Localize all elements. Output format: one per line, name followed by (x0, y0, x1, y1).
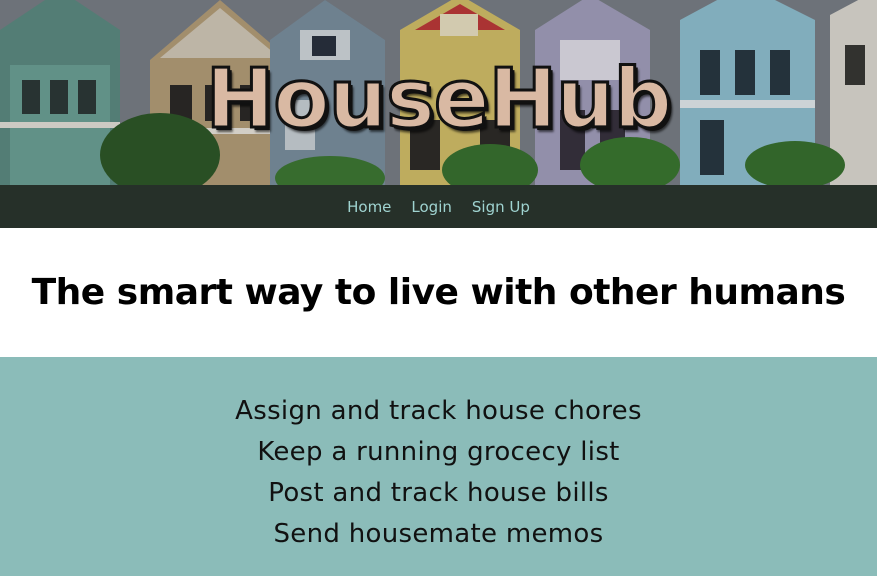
nav-link-login[interactable]: Login (411, 198, 451, 216)
feature-item-bills: Post and track house bills (268, 478, 609, 508)
feature-item-memos: Send housemate memos (273, 519, 604, 549)
features-section: Assign and track house chores Keep a run… (0, 357, 877, 576)
hero-banner: HouseHub (0, 0, 877, 185)
nav-link-sign-up[interactable]: Sign Up (472, 198, 530, 216)
tagline-section: The smart way to live with other humans (0, 228, 877, 357)
feature-item-grocery: Keep a running grocecy list (257, 437, 620, 467)
site-logo-title: HouseHub (204, 51, 673, 149)
tagline-heading: The smart way to live with other humans (31, 272, 846, 313)
feature-item-chores: Assign and track house chores (235, 396, 642, 426)
main-nav: Home Login Sign Up (0, 185, 877, 228)
nav-link-home[interactable]: Home (347, 198, 391, 216)
